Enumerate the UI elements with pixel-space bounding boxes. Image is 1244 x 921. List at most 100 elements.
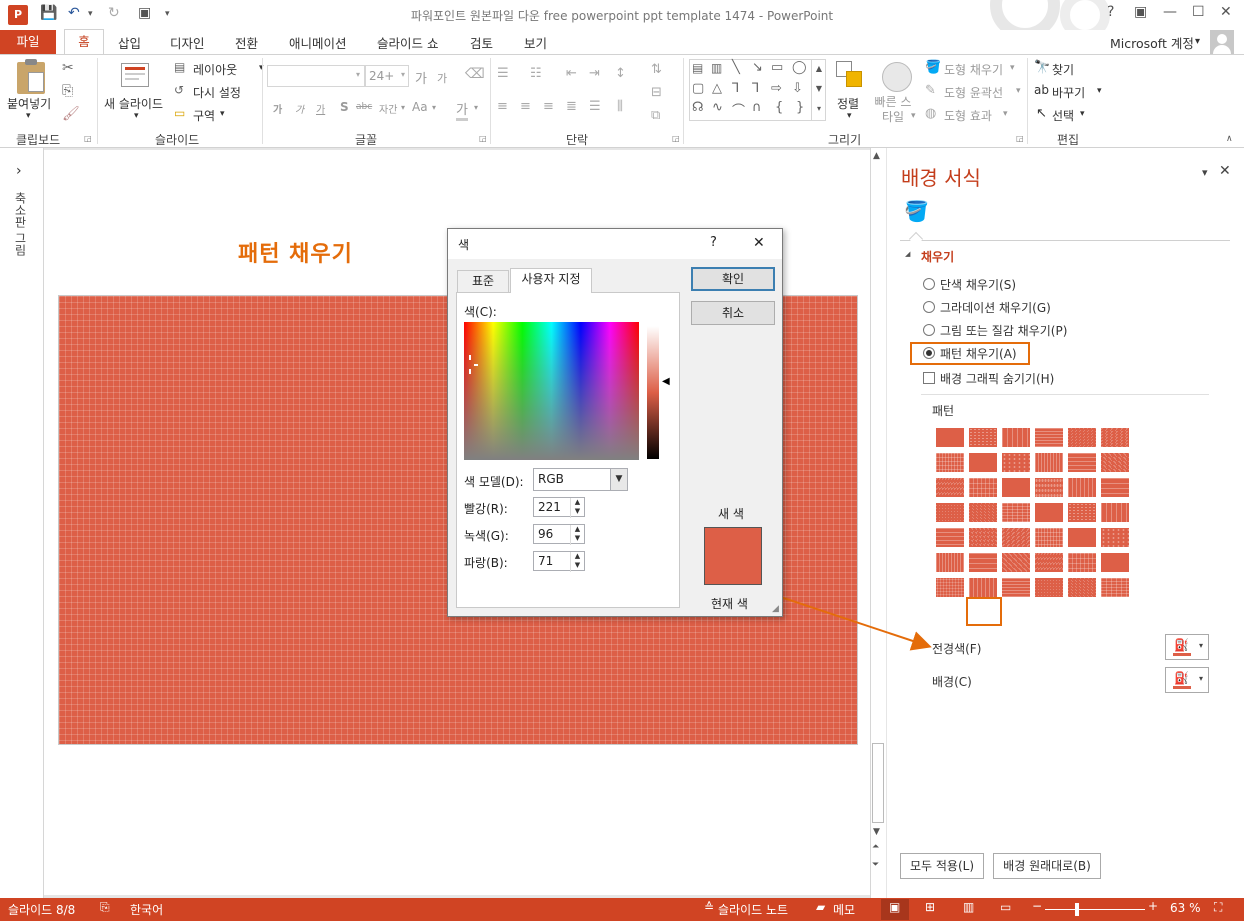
pattern-swatch[interactable] [1002, 553, 1030, 572]
font-color-button[interactable]: 가 [456, 99, 468, 121]
smartart-icon[interactable]: ⧉ [651, 108, 660, 123]
pattern-swatch[interactable] [969, 428, 997, 447]
green-spinner[interactable]: ▲ ▼ [570, 525, 584, 545]
pattern-swatch[interactable] [1035, 428, 1063, 447]
find-button[interactable]: 찾기 [1052, 61, 1074, 78]
section-icon[interactable]: ▭ [174, 106, 185, 120]
next-slide-icon[interactable]: ⏷ [872, 860, 879, 870]
tab-view[interactable]: 보기 [524, 33, 547, 52]
help-icon[interactable]: ? [1107, 4, 1114, 20]
pattern-swatch[interactable] [936, 578, 964, 597]
shape-arrow-line-icon[interactable]: ↘ [752, 60, 763, 75]
pattern-swatch[interactable] [969, 528, 997, 547]
pattern-swatch[interactable] [1035, 528, 1063, 547]
pattern-swatch[interactable] [1068, 478, 1096, 497]
replace-button[interactable]: 바꾸기 [1052, 84, 1085, 101]
character-spacing-button[interactable]: 자간 [379, 101, 397, 116]
bold-button[interactable]: 가 [273, 101, 282, 116]
pattern-swatch[interactable] [969, 478, 997, 497]
fit-to-window-icon[interactable]: ⛶ [1214, 900, 1222, 915]
resize-grip-icon[interactable]: ◢ [772, 604, 779, 614]
select-dropdown-icon[interactable]: ▾ [1080, 109, 1085, 119]
arrange-button[interactable]: 정렬 [837, 95, 859, 112]
shape-freeform-icon[interactable]: ☊ [692, 100, 704, 115]
tab-slideshow[interactable]: 슬라이드 쇼 [377, 33, 438, 52]
slide-title[interactable]: 패턴 채우기 [238, 236, 353, 268]
pattern-swatch[interactable] [1101, 503, 1129, 522]
pattern-swatch[interactable] [1002, 453, 1030, 472]
reading-view-icon[interactable]: ▥ [963, 900, 974, 914]
pattern-swatch[interactable] [1035, 453, 1063, 472]
paragraph-launcher-icon[interactable]: ◲ [672, 134, 680, 143]
shape-elbow-connector-icon[interactable]: ⅂ [732, 81, 739, 96]
color-spectrum[interactable] [464, 322, 639, 460]
quick-styles-button[interactable]: 빠른 스타일 [873, 95, 913, 125]
spelling-icon[interactable]: ⎘ [100, 900, 110, 915]
quick-styles-icon[interactable] [882, 62, 912, 92]
shape-brace-left-icon[interactable]: { [775, 100, 783, 115]
bullets-icon[interactable]: ☰ [497, 66, 509, 81]
justify-icon[interactable]: ≣ [566, 99, 577, 114]
pattern-swatch[interactable] [1002, 578, 1030, 597]
font-size-dropdown[interactable]: 24+ ▾ [365, 65, 409, 87]
pattern-swatch[interactable] [936, 478, 964, 497]
align-center-icon[interactable]: ≡ [520, 99, 531, 114]
shape-outline-icon[interactable]: ✎ [925, 83, 936, 98]
drawing-launcher-icon[interactable]: ◲ [1016, 134, 1024, 143]
account-dropdown-icon[interactable]: ▾ [1195, 36, 1200, 47]
zoom-in-button[interactable]: + [1148, 899, 1158, 913]
red-spinner[interactable]: ▲ ▼ [570, 498, 584, 518]
shape-arc-icon[interactable]: ⌒ [732, 100, 745, 119]
tab-animations[interactable]: 애니메이션 [289, 33, 347, 52]
radio-gradient-fill[interactable] [923, 301, 935, 313]
dialog-close-icon[interactable]: ✕ [753, 235, 765, 251]
new-slide-dropdown-icon[interactable]: ▾ [134, 111, 139, 121]
layout-button[interactable]: 레이아웃 [193, 61, 237, 78]
zoom-slider[interactable] [1045, 903, 1145, 916]
foreground-color-button[interactable]: ⛽ ▾ [1165, 634, 1209, 660]
pattern-swatch[interactable] [1101, 453, 1129, 472]
find-icon[interactable]: 🔭 [1034, 60, 1050, 75]
decrease-indent-icon[interactable]: ⇤ [566, 66, 577, 81]
comments-icon[interactable]: ▰ [816, 900, 825, 914]
quick-styles-dropdown-icon[interactable]: ▾ [911, 111, 916, 121]
copy-icon[interactable]: ⎘ [62, 83, 73, 99]
character-spacing-dropdown-icon[interactable]: ▾ [401, 103, 405, 112]
pattern-swatch[interactable] [969, 553, 997, 572]
fill-category-icon[interactable]: 🪣 [904, 198, 930, 224]
pattern-swatch[interactable] [936, 428, 964, 447]
thumbnail-pane-label[interactable]: 축소판 그림 [12, 192, 29, 256]
cut-icon[interactable]: ✂ [62, 60, 74, 76]
slide-sorter-icon[interactable]: ⊞ [925, 900, 935, 914]
layout-icon[interactable]: ▤ [174, 60, 185, 74]
pattern-swatch[interactable] [1002, 428, 1030, 447]
luminance-pointer-icon[interactable]: ◀ [662, 376, 670, 387]
section-header-fill[interactable]: 채우기 [921, 248, 954, 265]
change-case-button[interactable]: Aa [412, 100, 428, 114]
pattern-swatch[interactable] [1035, 478, 1063, 497]
pattern-swatch[interactable] [936, 503, 964, 522]
strikethrough-button[interactable]: abc [356, 102, 372, 112]
shape-rounded-rect-icon[interactable]: ▢ [692, 81, 704, 96]
red-input[interactable]: 221 ▲ ▼ [533, 497, 585, 518]
align-left-icon[interactable]: ≡ [497, 99, 508, 114]
label-gradient-fill[interactable]: 그라데이션 채우기(G) [940, 299, 1051, 316]
shape-effects-button[interactable]: 도형 효과 [944, 107, 992, 124]
section-collapse-icon[interactable]: ◢ [905, 250, 910, 258]
select-button[interactable]: 선택 [1052, 107, 1074, 124]
zoom-out-button[interactable]: − [1032, 899, 1042, 913]
pattern-swatch[interactable] [1068, 453, 1096, 472]
pattern-swatch[interactable] [1101, 553, 1129, 572]
close-window-button[interactable]: ✕ [1220, 4, 1232, 20]
replace-dropdown-icon[interactable]: ▾ [1097, 86, 1102, 96]
shape-oval-icon[interactable]: ◯ [792, 60, 807, 75]
shape-effects-icon[interactable]: ◍ [925, 106, 936, 121]
paste-label[interactable]: 붙여넣기 [7, 95, 51, 112]
blue-spinner[interactable]: ▲ ▼ [570, 552, 584, 572]
blue-input[interactable]: 71 ▲ ▼ [533, 551, 585, 572]
increase-indent-icon[interactable]: ⇥ [589, 66, 600, 81]
pattern-swatch[interactable] [1068, 553, 1096, 572]
shape-curve2-icon[interactable]: ∩ [752, 100, 762, 115]
shape-effects-dropdown-icon[interactable]: ▾ [1003, 109, 1008, 119]
shape-triangle-icon[interactable]: △ [712, 81, 722, 96]
